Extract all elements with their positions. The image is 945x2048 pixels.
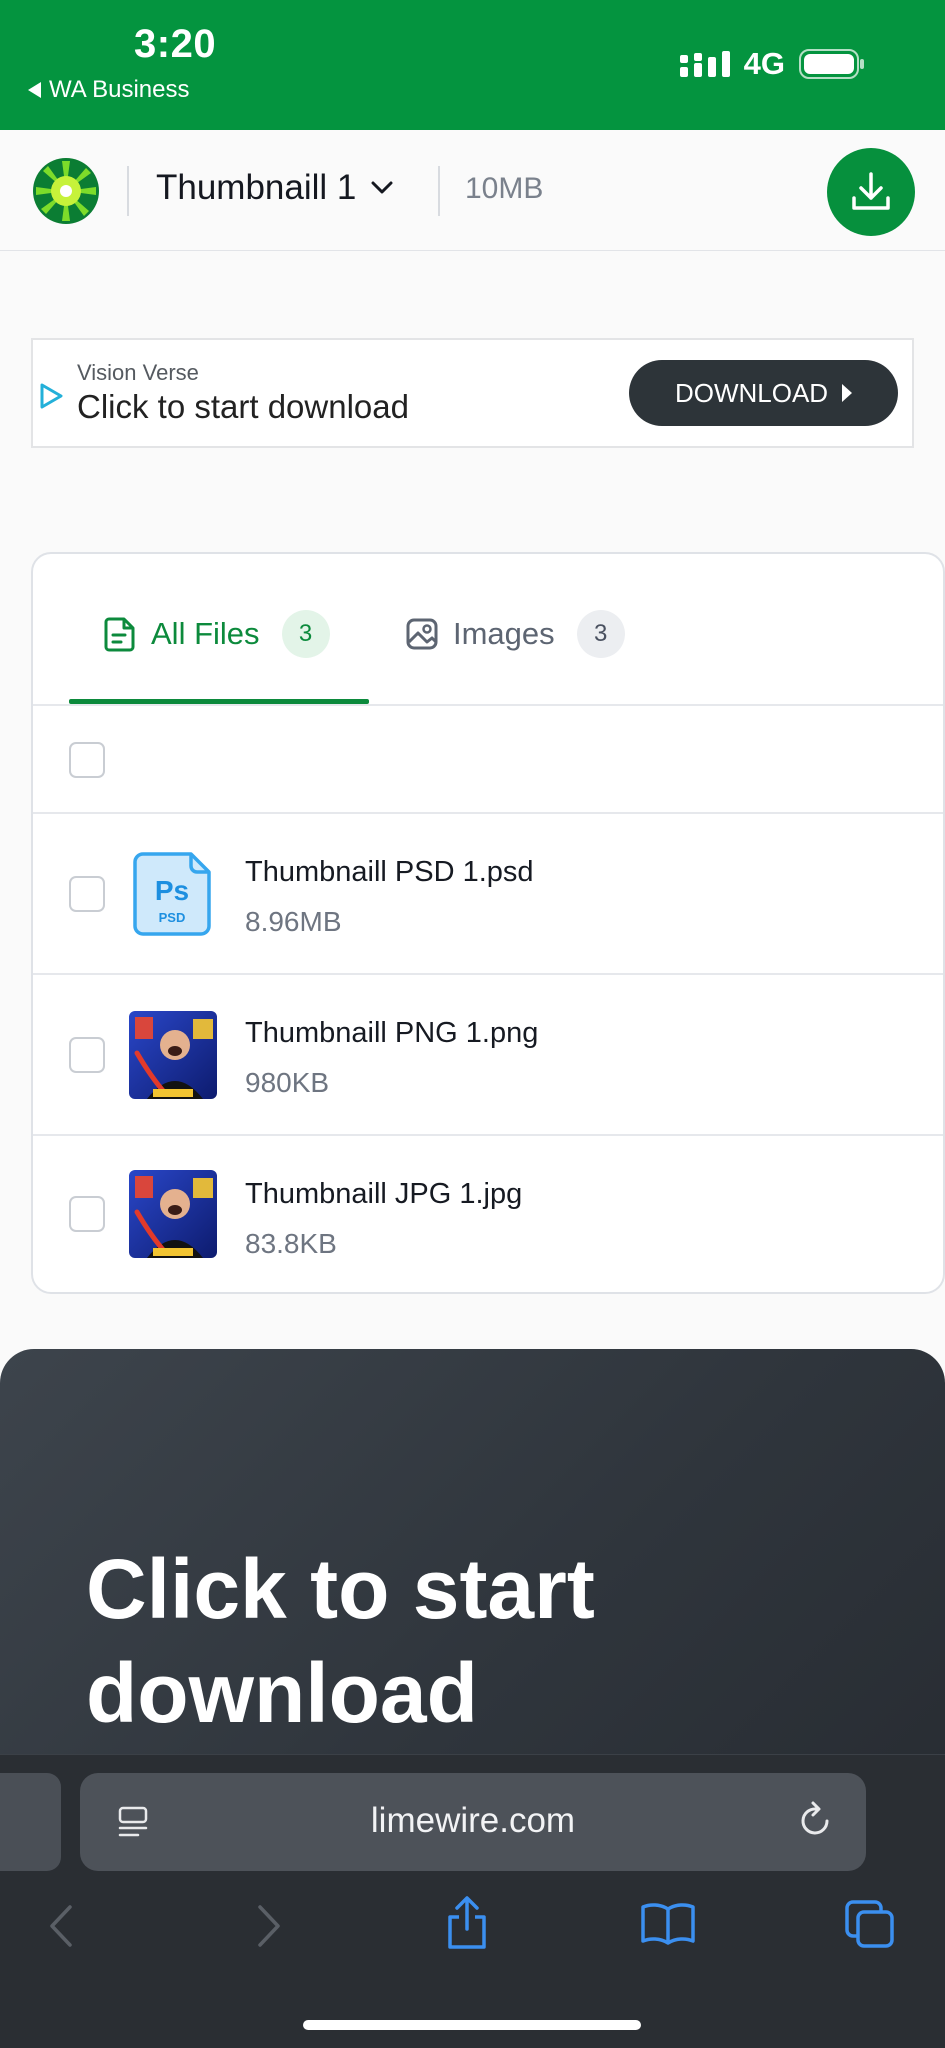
tab-label: Images	[453, 616, 555, 651]
tabs-icon[interactable]	[844, 1899, 896, 1949]
bookmarks-icon[interactable]	[640, 1901, 696, 1945]
psd-file-icon: Ps PSD	[133, 852, 211, 936]
tab-label: All Files	[151, 616, 260, 651]
address-bar[interactable]: limewire.com	[80, 1773, 866, 1871]
signal-icon	[679, 51, 730, 77]
ad-download-label: DOWNLOAD	[674, 377, 829, 408]
file-size: 8.96MB	[245, 906, 342, 937]
file-header: Thumbnaill 1 10MB	[0, 130, 945, 251]
psd-icon-sub-text: PSD	[159, 910, 186, 925]
play-arrow-icon	[842, 384, 853, 402]
count-badge: 3	[576, 610, 625, 658]
tab-all-files[interactable]: All Files 3	[103, 610, 330, 658]
count-badge: 3	[281, 610, 330, 658]
forward-icon[interactable]	[254, 1903, 284, 1949]
file-title-dropdown[interactable]: Thumbnaill 1	[156, 168, 394, 208]
reload-icon[interactable]	[796, 1799, 836, 1841]
ad-download-button[interactable]: DOWNLOAD	[629, 360, 898, 426]
file-tabs: All Files 3 Images 3	[33, 554, 943, 706]
file-name: Thumbnaill PSD 1.psd	[245, 856, 534, 888]
browser-toolbar: limewire.com	[0, 1754, 945, 2048]
status-time: 3:20	[134, 22, 217, 66]
url-text: limewire.com	[370, 1801, 576, 1840]
total-size: 10MB	[465, 172, 544, 205]
header-divider	[438, 166, 440, 216]
chevron-down-icon	[371, 181, 393, 194]
network-type: 4G	[743, 46, 785, 81]
previous-tab-preview[interactable]	[0, 1773, 61, 1871]
select-all-checkbox[interactable]	[69, 742, 105, 778]
psd-icon-main-text: Ps	[155, 875, 189, 906]
select-all-row	[33, 706, 943, 814]
ad-banner[interactable]: Vision Verse Click to start download DOW…	[31, 338, 914, 448]
image-thumbnail	[129, 1170, 217, 1258]
ad-brand: Vision Verse	[77, 360, 199, 385]
tab-images[interactable]: Images 3	[405, 610, 625, 658]
ad-choices-icon	[40, 383, 63, 409]
ad-headline: Click to start download	[77, 388, 409, 425]
files-card: All Files 3 Images 3 Ps PSD Thumbnaill P…	[31, 552, 945, 1294]
download-icon	[852, 172, 890, 210]
limewire-logo	[33, 158, 99, 224]
file-checkbox[interactable]	[69, 1037, 105, 1073]
cta-headline: Click to start download	[86, 1542, 595, 1740]
download-all-button[interactable]	[827, 148, 915, 236]
active-tab-indicator	[69, 699, 369, 704]
file-row[interactable]: Thumbnaill JPG 1.jpg 83.8KB	[33, 1136, 943, 1294]
file-row[interactable]: Thumbnaill PNG 1.png 980KB	[33, 975, 943, 1136]
share-icon[interactable]	[444, 1895, 490, 1951]
image-icon	[406, 618, 438, 650]
battery-icon	[799, 49, 864, 79]
file-icon	[104, 617, 135, 652]
home-indicator[interactable]	[303, 2020, 641, 2030]
back-icon[interactable]	[46, 1903, 76, 1949]
file-title: Thumbnaill 1	[156, 168, 357, 207]
image-thumbnail	[129, 1011, 217, 1099]
file-size: 83.8KB	[245, 1228, 337, 1259]
status-bar: 3:20 WA Business 4G	[0, 0, 945, 130]
file-size: 980KB	[245, 1067, 330, 1098]
file-name: Thumbnaill PNG 1.png	[245, 1017, 539, 1049]
file-row[interactable]: Ps PSD Thumbnaill PSD 1.psd 8.96MB	[33, 814, 943, 975]
back-app-label: WA Business	[49, 76, 190, 103]
file-name: Thumbnaill JPG 1.jpg	[245, 1178, 523, 1210]
back-arrow-icon	[28, 82, 41, 98]
file-checkbox[interactable]	[69, 1196, 105, 1232]
header-divider	[127, 166, 129, 216]
file-checkbox[interactable]	[69, 876, 105, 912]
status-indicators: 4G	[679, 46, 865, 82]
back-to-app-link[interactable]: WA Business	[28, 76, 190, 104]
